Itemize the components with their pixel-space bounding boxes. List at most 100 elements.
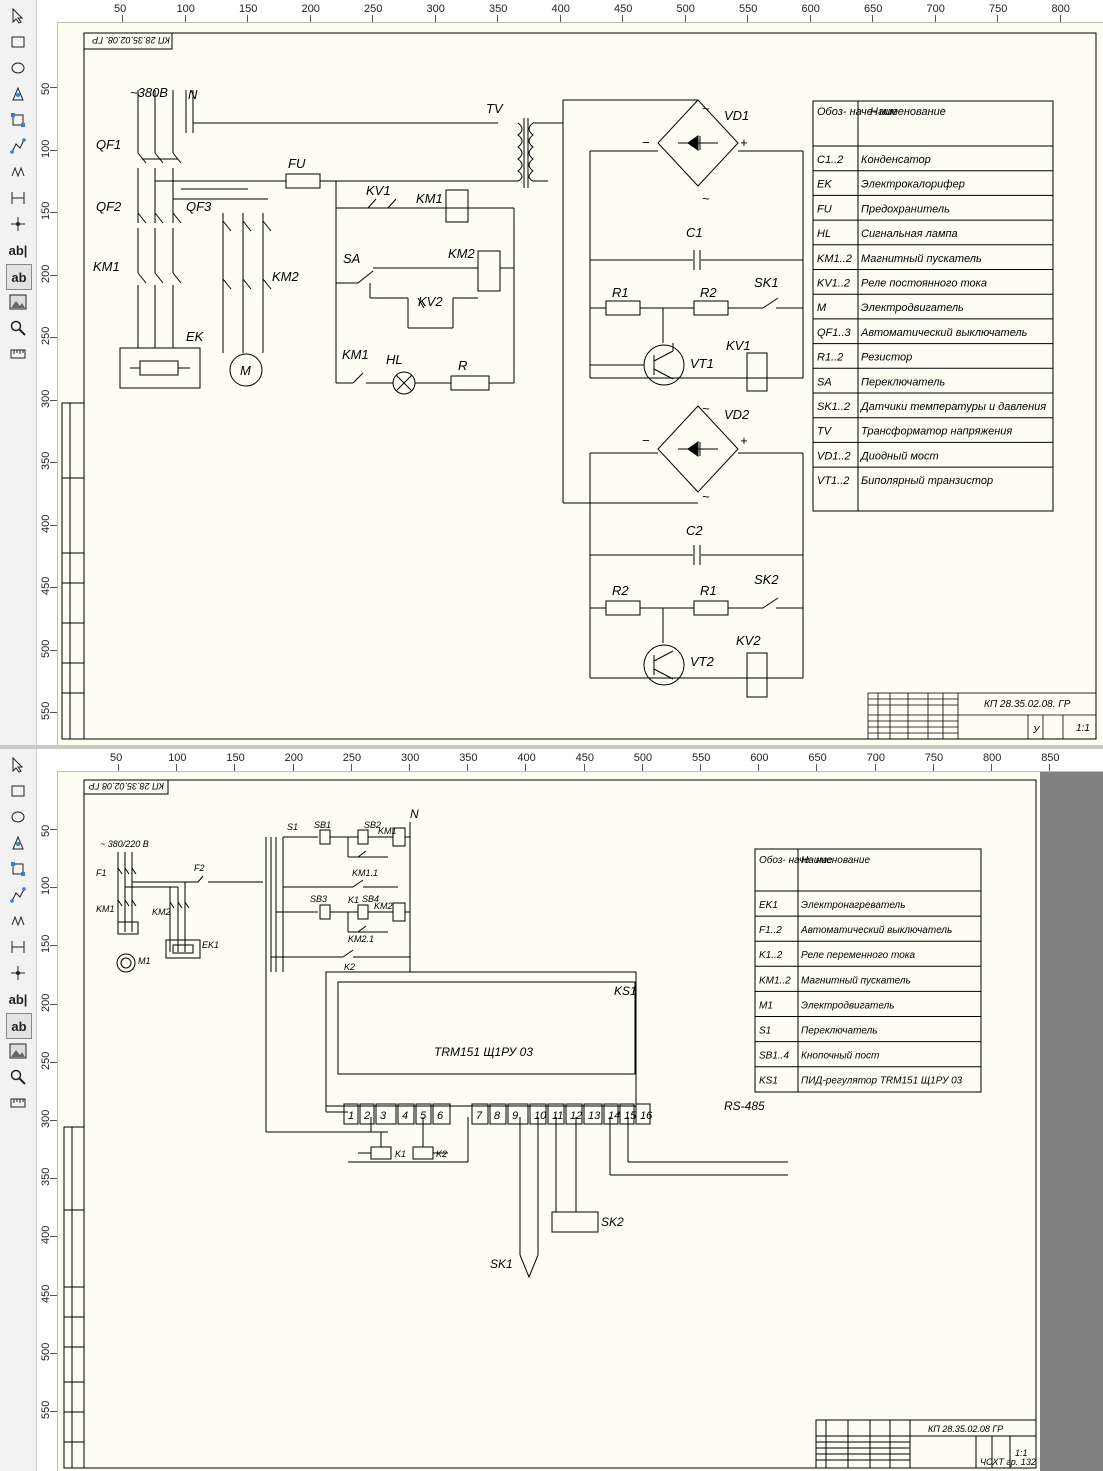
zoom-tool-icon[interactable] [6, 1065, 30, 1089]
ruler-label: 100 [40, 876, 52, 896]
horizontal-ruler[interactable]: 50 100 150 200 250 300 350 400 450 500 550 600 650 70… [37, 0, 1103, 23]
drawing-canvas[interactable]: КП 28.35.02.08. ГР ~380В N QF1 QF2 QF3 K… [58, 23, 1103, 745]
vertical-ruler[interactable]: 50 100 150 200 250 300 350 400 450 500 550 [37, 22, 58, 745]
table-cell-name: Резистор [861, 352, 912, 364]
vertical-ruler[interactable]: 50 100 150 200 250 300 350 400 450 500 550 [37, 771, 58, 1471]
ruler-tick [50, 1352, 57, 1354]
ruler-label: 100 [40, 139, 52, 158]
table-cell-code: HL [817, 228, 831, 240]
hl-label: HL [386, 352, 403, 367]
ruler-label: 550 [692, 752, 711, 764]
ruler-tick [122, 15, 123, 22]
ruler-tick [641, 764, 643, 771]
supply-label: ~ 380/220 В [100, 839, 149, 849]
curve-tool-icon[interactable] [6, 160, 30, 184]
drawing-toolbar: ab| ab [0, 0, 37, 745]
select-arrow-icon[interactable] [6, 753, 30, 777]
dimension-tool-icon[interactable] [6, 186, 30, 210]
supply-label: ~380В [130, 85, 168, 100]
ruler-label: 700 [926, 3, 945, 15]
ruler-label: 200 [284, 752, 303, 764]
ruler-tool-icon[interactable] [6, 342, 30, 366]
horizontal-ruler[interactable]: 50 100 150 200 250 300 350 400 450 500 550 600 650 70… [37, 749, 1103, 772]
table-cell-name: Электродвигатель [801, 1000, 894, 1011]
text-box-tool-icon[interactable]: ab [6, 264, 32, 290]
select-arrow-icon[interactable] [6, 4, 30, 28]
ruler-label: 750 [924, 752, 944, 764]
point-tool-icon[interactable] [6, 212, 30, 236]
image-tool-icon[interactable] [6, 290, 30, 314]
ruler-label: 800 [983, 752, 1002, 764]
table-cell-name: Диодный мост [859, 450, 939, 462]
km2-1-label: KM2.1 [348, 934, 374, 944]
km2-label: KM2 [272, 269, 300, 284]
ruler-tick [434, 15, 436, 22]
table-cell-code: SK1..2 [817, 401, 850, 413]
ruler-tick [409, 764, 410, 771]
sb3-label: SB3 [310, 894, 327, 904]
drawing-canvas[interactable]: КП 28.35.02.08 ГР ~ 380/220 В F1 F2 KM1 … [58, 772, 1103, 1471]
curve-tool-icon[interactable] [6, 909, 30, 933]
table-cell-name: Кнопочный пост [801, 1051, 879, 1062]
ruler-label: 100 [168, 752, 187, 764]
ruler-tick [50, 399, 57, 401]
polyline-tool-icon[interactable] [6, 134, 30, 158]
table-cell-code: KV1..2 [817, 278, 850, 290]
c1-label: C1 [686, 225, 703, 240]
vd2-label: VD2 [724, 407, 750, 422]
sk1-label: SK1 [490, 1257, 513, 1271]
kv2-contact-label: KV2 [418, 294, 443, 309]
zoom-tool-icon[interactable] [6, 316, 30, 340]
ruler-label: 200 [40, 264, 52, 283]
r-label: R [458, 358, 467, 373]
ruler-tick [50, 337, 57, 338]
ellipse-tool-icon[interactable] [6, 805, 30, 829]
polygon-tool-icon[interactable] [6, 82, 30, 106]
bridge2-plus: + [740, 433, 748, 448]
km2-coil-label: KM2 [374, 901, 393, 911]
k2-relay-label: K2 [436, 1149, 447, 1159]
image-tool-icon[interactable] [6, 1039, 30, 1063]
text-tool-icon[interactable]: ab| [6, 238, 30, 262]
node-edit-icon[interactable] [6, 108, 30, 132]
table-cell-code: VT1..2 [817, 475, 849, 487]
ruler-label: 550 [40, 1400, 52, 1419]
neutral-label: N [410, 807, 419, 821]
controller-label: TRM151 Щ1РУ 03 [434, 1045, 533, 1059]
ruler-tick [50, 1003, 57, 1005]
table-cell-code: EK [817, 179, 832, 191]
table-cell-code: FU [817, 203, 832, 215]
text-tool-icon[interactable]: ab| [6, 987, 30, 1011]
dimension-tool-icon[interactable] [6, 935, 30, 959]
ruler-label: 200 [40, 993, 52, 1012]
polygon-tool-icon[interactable] [6, 831, 30, 855]
ruler-tick [700, 764, 701, 771]
ruler-tick [50, 1178, 57, 1180]
polyline-tool-icon[interactable] [6, 883, 30, 907]
ellipse-tool-icon[interactable] [6, 56, 30, 80]
table-cell-name: Реле постоянного тока [861, 278, 987, 290]
ruler-label: 600 [801, 3, 820, 15]
ruler-tick [176, 764, 178, 771]
ruler-label: 550 [40, 701, 52, 720]
point-tool-icon[interactable] [6, 961, 30, 985]
ruler-label: 400 [551, 3, 570, 15]
table-cell-name: Автоматический выключатель [800, 925, 952, 936]
rectangle-tool-icon[interactable] [6, 30, 30, 54]
ruler-label: 700 [866, 752, 885, 764]
text-box-tool-icon[interactable]: ab [6, 1013, 32, 1039]
ruler-label: 100 [176, 3, 195, 15]
bridge1-minus: − [642, 135, 650, 150]
ruler-tick [50, 712, 57, 713]
bridge2-minus: − [642, 433, 650, 448]
km1-label: KM1 [93, 259, 120, 274]
table-cell-name: Магнитный пускатель [801, 975, 911, 986]
ruler-tool-icon[interactable] [6, 1091, 30, 1115]
titleblock-scale: 1:1 [1076, 723, 1090, 734]
ruler-label: 300 [40, 1109, 52, 1128]
node-edit-icon[interactable] [6, 857, 30, 881]
ruler-label: 250 [40, 1051, 52, 1070]
rectangle-tool-icon[interactable] [6, 779, 30, 803]
ruler-tick [118, 764, 119, 771]
ruler-tick [583, 764, 585, 771]
